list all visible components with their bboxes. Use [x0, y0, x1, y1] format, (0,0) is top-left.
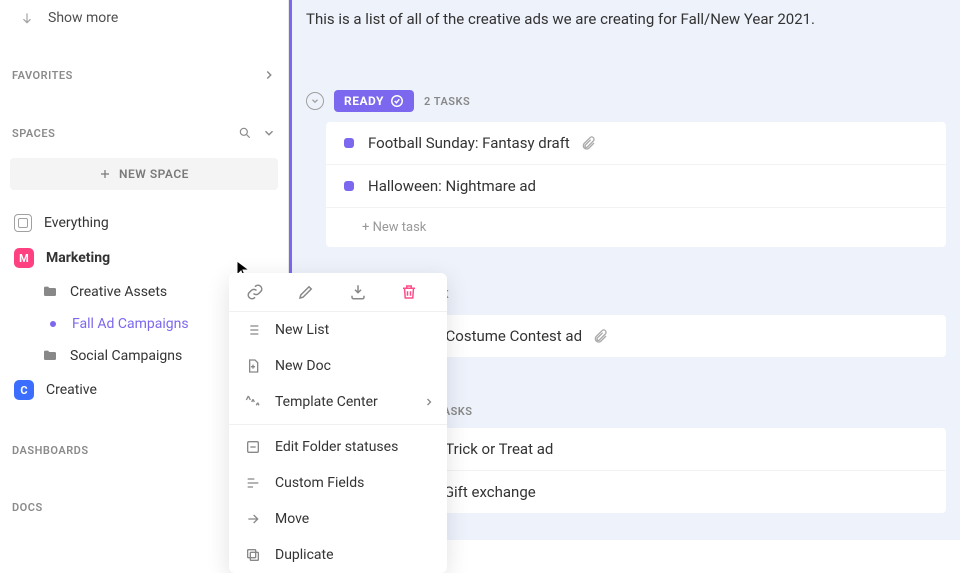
- task-list: Football Sunday: Fantasy draft Halloween…: [326, 122, 946, 247]
- task-row[interactable]: Halloween: Nightmare ad: [326, 165, 946, 208]
- docs-label: DOCS: [12, 501, 43, 514]
- space-badge-marketing: M: [14, 248, 34, 268]
- menu-template-center[interactable]: Template Center: [229, 384, 447, 420]
- spaces-header[interactable]: SPACES: [0, 118, 288, 148]
- space-label-marketing: Marketing: [46, 250, 110, 266]
- new-task-label: + New task: [362, 220, 426, 235]
- favorites-header[interactable]: FAVORITES: [0, 60, 288, 90]
- list-icon: [245, 322, 261, 338]
- task-title: Halloween: Nightmare ad: [368, 177, 536, 195]
- show-more-label: Show more: [48, 10, 118, 26]
- menu-new-doc[interactable]: New Doc: [229, 348, 447, 384]
- search-icon[interactable]: [238, 126, 252, 140]
- pencil-icon[interactable]: [297, 283, 327, 301]
- status-icon: [245, 439, 261, 455]
- folder-context-menu: New List New Doc Template Center Edit Fo…: [229, 273, 447, 573]
- menu-label: Move: [275, 511, 309, 527]
- menu-label: Custom Fields: [275, 475, 364, 491]
- folder-icon: [42, 284, 58, 300]
- trash-icon[interactable]: [400, 283, 430, 301]
- menu-move[interactable]: Move: [229, 501, 447, 537]
- folder-icon: [42, 348, 58, 364]
- arrow-down-icon: [20, 11, 34, 25]
- menu-label: Edit Folder statuses: [275, 439, 398, 455]
- list-dot-icon: [50, 321, 56, 327]
- new-space-label: NEW SPACE: [119, 167, 189, 181]
- list-label: Fall Ad Campaigns: [72, 316, 189, 332]
- new-space-button[interactable]: NEW SPACE: [10, 158, 278, 190]
- folder-label: Social Campaigns: [70, 348, 182, 364]
- status-label: READY: [344, 94, 384, 108]
- attachment-icon: [592, 328, 608, 344]
- menu-label: Template Center: [275, 394, 378, 410]
- chevron-down-icon[interactable]: [262, 126, 276, 140]
- task-count: 2 TASKS: [424, 95, 470, 108]
- folder-label: Creative Assets: [70, 284, 167, 300]
- task-row[interactable]: Football Sunday: Fantasy draft: [326, 122, 946, 165]
- menu-label: Duplicate: [275, 547, 334, 563]
- download-icon[interactable]: [349, 283, 379, 301]
- everything-label: Everything: [44, 215, 109, 231]
- menu-label: New List: [275, 322, 329, 338]
- context-toolbar: [229, 273, 447, 312]
- doc-icon: [245, 358, 261, 374]
- menu-label: New Doc: [275, 358, 331, 374]
- move-icon: [245, 511, 261, 527]
- everything-icon: [14, 214, 32, 232]
- task-title: Football Sunday: Fantasy draft: [368, 134, 570, 152]
- favorites-label: FAVORITES: [12, 69, 73, 82]
- task-status-square: [344, 138, 354, 148]
- show-more-button[interactable]: Show more: [0, 0, 288, 36]
- attachment-icon: [580, 135, 596, 151]
- dashboards-label: DASHBOARDS: [12, 444, 89, 457]
- chevron-right-icon: [262, 68, 276, 82]
- space-label-creative: Creative: [46, 382, 97, 398]
- menu-duplicate[interactable]: Duplicate: [229, 537, 447, 573]
- spaces-label: SPACES: [12, 127, 55, 140]
- menu-separator: [229, 424, 447, 425]
- status-group-ready: READY 2 TASKS Football Sunday: Fantasy d…: [306, 90, 946, 247]
- space-badge-creative: C: [14, 380, 34, 400]
- chevron-right-icon: [423, 396, 435, 408]
- sidebar-item-everything[interactable]: Everything: [0, 206, 288, 240]
- template-icon: [245, 394, 261, 410]
- task-status-square: [344, 181, 354, 191]
- menu-edit-statuses[interactable]: Edit Folder statuses: [229, 429, 447, 465]
- collapse-group-icon[interactable]: [306, 92, 324, 110]
- link-icon[interactable]: [246, 283, 276, 301]
- new-task-button[interactable]: + New task: [326, 208, 946, 247]
- fields-icon: [245, 475, 261, 491]
- status-pill-ready[interactable]: READY: [334, 90, 414, 112]
- list-description: This is a list of all of the creative ad…: [306, 0, 946, 38]
- menu-custom-fields[interactable]: Custom Fields: [229, 465, 447, 501]
- menu-new-list[interactable]: New List: [229, 312, 447, 348]
- duplicate-icon: [245, 547, 261, 563]
